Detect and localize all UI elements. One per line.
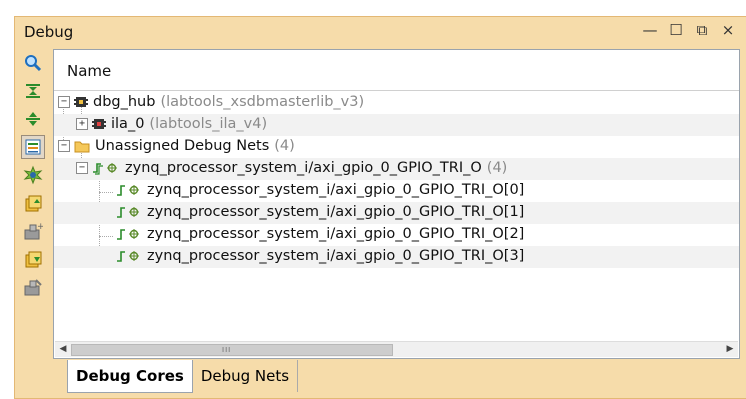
collapse-toggle[interactable]: − (58, 140, 70, 152)
tree-row-net-1[interactable]: zynq_processor_system_i/axi_gpio_0_GPIO_… (54, 202, 739, 224)
tree-row-net-2[interactable]: zynq_processor_system_i/axi_gpio_0_GPIO_… (54, 224, 739, 246)
row-suffix: (labtools_ila_v4) (149, 116, 268, 132)
bottom-tabs: Debug Cores Debug Nets (67, 360, 299, 394)
tree-row-unassigned[interactable]: − Unassigned Debug Nets (4) (54, 136, 739, 158)
net-icon (116, 205, 142, 219)
row-name: ila_0 (111, 116, 145, 132)
debug-panel: Debug — ☐ ⧉ × + Name − dbg_hub (labtools… (14, 16, 746, 399)
debug-hub-icon (74, 95, 88, 109)
net-icon (116, 183, 142, 197)
auto-detect-icon[interactable] (21, 163, 45, 187)
scroll-grip: III (222, 346, 232, 354)
toolbar: + (15, 49, 51, 389)
column-header-name: Name (67, 62, 112, 80)
row-suffix: (labtools_xsdbmasterlib_v3) (160, 94, 365, 110)
row-name: dbg_hub (93, 94, 156, 110)
scroll-left-arrow[interactable]: ◀ (56, 343, 70, 356)
collapse-toggle[interactable]: − (58, 96, 70, 108)
tab-debug-nets[interactable]: Debug Nets (193, 360, 299, 392)
add-probe-icon[interactable]: + (21, 219, 45, 243)
maximize-button[interactable]: ☐ (668, 21, 684, 39)
tab-debug-cores[interactable]: Debug Cores (67, 360, 193, 393)
net-icon (116, 249, 142, 263)
row-name: zynq_processor_system_i/axi_gpio_0_GPIO_… (147, 182, 525, 198)
search-icon[interactable] (21, 51, 45, 75)
horizontal-scrollbar[interactable]: ◀ III ▶ (55, 341, 738, 357)
tree-row-dbg-hub[interactable]: − dbg_hub (labtools_xsdbmasterlib_v3) (54, 92, 739, 114)
panel-titlebar: Debug — ☐ ⧉ × (15, 17, 746, 47)
debug-cores-tree: Name − dbg_hub (labtools_xsdbmasterlib_v… (53, 49, 740, 359)
restore-button[interactable]: ⧉ (694, 21, 710, 39)
tree-row-net-bus[interactable]: − zynq_processor_system_i/axi_gpio_0_GPI… (54, 158, 739, 180)
scroll-right-arrow[interactable]: ▶ (723, 343, 737, 356)
collapse-toggle[interactable]: − (76, 162, 88, 174)
folder-icon (74, 139, 90, 153)
collapse-all-icon[interactable] (21, 79, 45, 103)
remove-icon[interactable] (21, 247, 45, 271)
panel-title: Debug (24, 23, 74, 41)
row-suffix: (4) (486, 160, 508, 176)
row-name: zynq_processor_system_i/axi_gpio_0_GPIO_… (147, 248, 525, 264)
close-button[interactable]: × (720, 21, 736, 39)
ila-core-icon (92, 117, 106, 131)
svg-text:+: + (37, 222, 43, 232)
expand-toggle[interactable]: + (76, 118, 88, 130)
row-suffix: (4) (274, 138, 295, 154)
bus-net-icon (92, 161, 120, 175)
row-name: zynq_processor_system_i/axi_gpio_0_GPIO_… (147, 204, 525, 220)
row-name: Unassigned Debug Nets (95, 138, 270, 154)
minimize-button[interactable]: — (642, 21, 658, 39)
row-name: zynq_processor_system_i/axi_gpio_0_GPIO_… (147, 226, 525, 242)
tree-row-net-0[interactable]: zynq_processor_system_i/axi_gpio_0_GPIO_… (54, 180, 739, 202)
net-icon (116, 227, 142, 241)
tree-row-ila[interactable]: + ila_0 (labtools_ila_v4) (54, 114, 739, 136)
column-header[interactable]: Name (54, 50, 739, 91)
row-name: zynq_processor_system_i/axi_gpio_0_GPIO_… (125, 160, 482, 176)
delete-icon[interactable] (21, 275, 45, 299)
expand-all-icon[interactable] (21, 107, 45, 131)
window-controls: — ☐ ⧉ × (642, 21, 736, 39)
grouping-icon[interactable] (21, 135, 45, 159)
assign-icon[interactable] (21, 191, 45, 215)
scroll-thumb[interactable]: III (71, 344, 393, 356)
tree-row-net-3[interactable]: zynq_processor_system_i/axi_gpio_0_GPIO_… (54, 246, 739, 268)
